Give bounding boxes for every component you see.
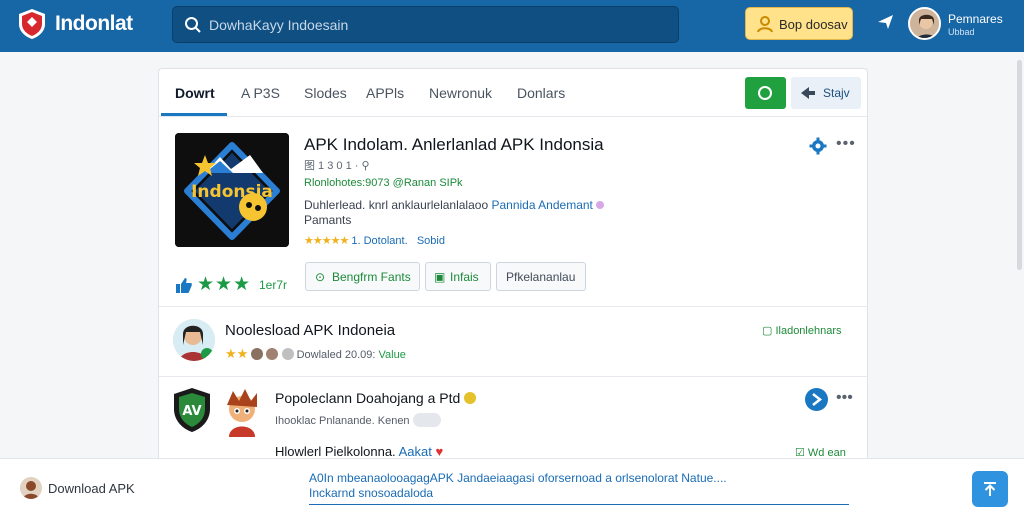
subtitle-text: Hlowlerl Pielkolonna. xyxy=(275,444,396,459)
chip-label: Pfkelananlau xyxy=(506,270,576,284)
list-item-meta-text: Ihooklac Pnlanande. Kenen xyxy=(275,415,410,427)
bottom-avatar-image xyxy=(20,477,42,499)
chip-infais[interactable]: ▣ Infais xyxy=(425,262,491,291)
stay-button-label: Stajv xyxy=(823,86,850,100)
shield-app-icon[interactable]: AV xyxy=(173,387,211,433)
tab-download[interactable]: Dowrt xyxy=(175,85,215,101)
download-button[interactable]: Bop doosav xyxy=(745,7,853,40)
top-header: Indonlat DowhaKayy Indoesain Bop doosav … xyxy=(0,0,1024,52)
download-apk-label[interactable]: Download APK xyxy=(48,481,135,496)
bottom-description-link[interactable]: A0In mbeanaolooagagAPK Jandaeiaagasi ofo… xyxy=(309,471,849,501)
user-download-icon xyxy=(757,16,773,33)
bottom-avatar[interactable] xyxy=(20,477,42,499)
download-count: Dowlaled 20.09: xyxy=(296,349,376,361)
upload-arrow-icon xyxy=(984,482,996,496)
star-rating-icon: ★★★★★ xyxy=(304,235,349,247)
description-link[interactable]: Pannida Andemant xyxy=(491,198,592,212)
featured-app-developer[interactable]: Rlonlohotes:9073 @Ranan SIPk xyxy=(304,177,463,189)
user-subtitle: Ubbad xyxy=(948,27,975,37)
list-item-title[interactable]: Noolesload APK Indoneia xyxy=(225,322,395,339)
gear-icon[interactable] xyxy=(809,137,827,155)
description-text-2: Pamants xyxy=(304,213,352,227)
mini-avatar-icon xyxy=(281,348,294,360)
user-avatar[interactable] xyxy=(908,7,941,40)
more-options-icon[interactable]: ••• xyxy=(836,135,856,153)
list-item-meta: ★★ Dowlaled 20.09: Value xyxy=(225,346,406,362)
more-options-icon[interactable]: ••• xyxy=(836,389,853,407)
featured-app-icon[interactable]: Indonsia xyxy=(175,133,289,247)
heart-icon: ♥ xyxy=(435,444,444,459)
search-placeholder: DowhaKayy Indoesain xyxy=(209,17,349,33)
refresh-button[interactable] xyxy=(745,77,786,109)
tab-apps[interactable]: A P3S xyxy=(241,85,280,101)
list-item-tag-label: Iladonlehnars xyxy=(775,325,842,337)
chip-bengfrm-fants[interactable]: ⊙ Bengfrm Fants xyxy=(305,262,420,291)
scroll-top-button[interactable] xyxy=(972,471,1008,507)
tab-newronuk[interactable]: Newronuk xyxy=(429,85,492,101)
list-item-title[interactable]: Popoleclann Doahojang a Ptd xyxy=(275,390,477,406)
stay-button[interactable]: Stajv xyxy=(791,77,861,109)
rating-count: 1er7r xyxy=(259,278,288,292)
cartoon-app-icon[interactable] xyxy=(219,387,265,437)
rating-text-2[interactable]: Sobid xyxy=(417,235,445,247)
chip-pfkelananlau[interactable]: Pfkelananlau xyxy=(496,262,586,291)
bottom-bar: Download APK A0In mbeanaolooagagAPK Jand… xyxy=(0,458,1024,512)
value-tag[interactable]: Value xyxy=(379,349,406,361)
chip-box-icon: ▣ xyxy=(434,270,446,284)
user-name: Pemnares xyxy=(948,12,1003,26)
list-item-title-text: Popoleclann Doahojang a Ptd xyxy=(275,390,461,406)
emoji-toggle-icon[interactable] xyxy=(412,413,441,427)
dot-icon xyxy=(596,201,605,209)
list-item-avatar[interactable] xyxy=(173,319,215,361)
download-button-label: Bop doosav xyxy=(779,17,848,32)
description-text: Duhlerlead. knrl anklaurlelanlalaoo xyxy=(304,198,489,212)
featured-app-description: Duhlerlead. knrl anklaurlelanlalaoo Pann… xyxy=(304,198,684,228)
search-icon xyxy=(185,17,201,33)
brand-name[interactable]: Indonlat xyxy=(55,12,133,36)
thumbs-up-icon[interactable] xyxy=(175,276,193,294)
mini-avatar-icon xyxy=(266,348,279,360)
rating-text[interactable]: 1. Dotolant. xyxy=(351,235,407,247)
chip-label: Bengfrm Fants xyxy=(332,270,411,284)
shield-logo-icon[interactable] xyxy=(18,8,46,40)
star-icon: ★★ xyxy=(225,346,249,361)
verified-badge-icon xyxy=(464,392,477,404)
tab-donlars[interactable]: Donlars xyxy=(517,85,565,101)
featured-app-title[interactable]: APK Indolam. Anlerlanlad APK Indonsia xyxy=(304,135,604,155)
tab-appls[interactable]: APPls xyxy=(366,85,404,101)
green-star-icon: ★★★ xyxy=(197,274,252,295)
tab-slodes[interactable]: Slodes xyxy=(304,85,347,101)
chip-label: Infais xyxy=(450,270,479,284)
page-scrollbar[interactable] xyxy=(1017,60,1022,270)
app-listing-panel: Dowrt A P3S Slodes APPls Newronuk Donlar… xyxy=(158,68,868,468)
avatar-image xyxy=(173,319,215,361)
mini-avatar-icon xyxy=(251,348,264,360)
divider xyxy=(159,376,867,377)
list-item-subtitle: Hlowlerl Pielkolonna. Aakat ♥ xyxy=(275,444,443,459)
send-icon[interactable] xyxy=(876,12,896,32)
indonesia-app-logo: Indonsia xyxy=(175,133,289,247)
chip-check-icon: ⊙ xyxy=(315,270,326,284)
arrow-icon xyxy=(812,393,823,406)
active-tab-indicator xyxy=(161,113,227,116)
divider xyxy=(159,306,867,307)
tab-bar: Dowrt A P3S Slodes APPls Newronuk Donlar… xyxy=(159,69,867,117)
list-item-meta: Ihooklac Pnlanande. Kenen xyxy=(275,413,441,427)
link-underline xyxy=(309,504,849,505)
svg-text:AV: AV xyxy=(182,404,201,419)
pin-icon xyxy=(801,87,815,99)
app-logo-text: Indonsia xyxy=(191,182,273,202)
circle-icon xyxy=(758,86,772,100)
user-avatar-image xyxy=(910,9,939,38)
featured-app-meta: 图 1 3 0 1 · ⚲ xyxy=(304,160,370,172)
search-input[interactable]: DowhaKayy Indoesain xyxy=(172,6,679,43)
featured-app-rating: ★★★★★ 1. Dotolant. Sobid xyxy=(304,234,445,247)
action-circle-icon[interactable] xyxy=(805,388,828,411)
subtitle-link[interactable]: Aakat xyxy=(399,444,432,459)
list-item-tag[interactable]: ▢ Iladonlehnars xyxy=(762,324,842,337)
